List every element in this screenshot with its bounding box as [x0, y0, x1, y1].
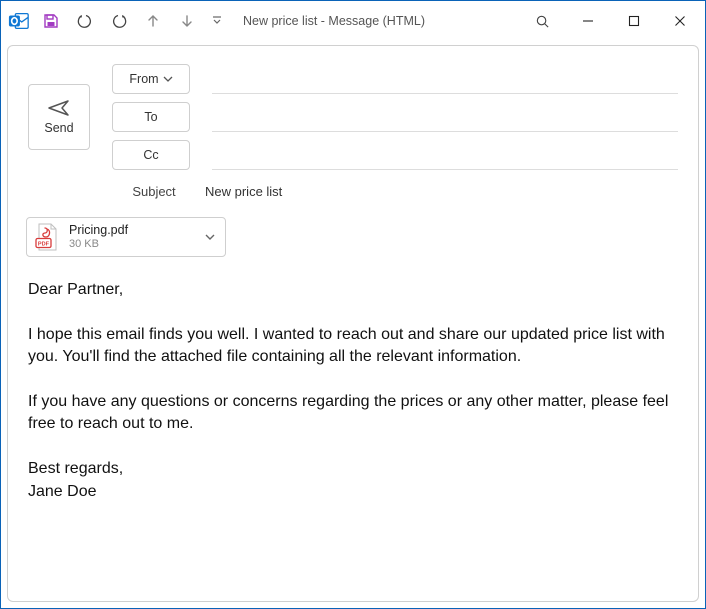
- attachment-menu-icon[interactable]: [201, 231, 219, 243]
- minimize-button[interactable]: [565, 5, 611, 37]
- save-icon[interactable]: [37, 7, 65, 35]
- cc-button[interactable]: Cc: [112, 140, 190, 170]
- next-item-icon[interactable]: [173, 7, 201, 35]
- window-controls: [519, 5, 703, 37]
- previous-item-icon[interactable]: [139, 7, 167, 35]
- customize-qat-icon[interactable]: [207, 7, 227, 35]
- undo-icon[interactable]: [71, 7, 99, 35]
- from-button-label: From: [129, 72, 158, 86]
- attachment-size: 30 KB: [69, 238, 128, 251]
- maximize-button[interactable]: [611, 5, 657, 37]
- chevron-down-icon: [163, 74, 173, 84]
- subject-label: Subject: [112, 184, 190, 199]
- send-button[interactable]: Send: [28, 84, 90, 150]
- compose-pane: Send From To Cc Subject New price list: [7, 45, 699, 602]
- quick-access-toolbar: New price list - Message (HTML): [7, 7, 425, 35]
- from-button[interactable]: From: [112, 64, 190, 94]
- redo-icon[interactable]: [105, 7, 133, 35]
- message-body[interactable]: Dear Partner, I hope this email finds yo…: [8, 259, 698, 601]
- attachment-name: Pricing.pdf: [69, 223, 128, 238]
- message-header: Send From To Cc Subject New price list: [8, 46, 698, 207]
- search-icon[interactable]: [519, 5, 565, 37]
- cc-field[interactable]: [212, 140, 678, 170]
- to-button-label: To: [144, 110, 157, 124]
- from-field[interactable]: [212, 64, 678, 94]
- attachment-info: Pricing.pdf 30 KB: [69, 223, 128, 251]
- pdf-file-icon: PDF: [33, 222, 61, 252]
- send-button-label: Send: [44, 121, 73, 135]
- svg-text:PDF: PDF: [38, 241, 50, 247]
- send-icon: [48, 99, 70, 117]
- attachments-area: PDF Pricing.pdf 30 KB: [8, 207, 698, 259]
- cc-button-label: Cc: [143, 148, 158, 162]
- window-title: New price list - Message (HTML): [243, 14, 425, 28]
- to-button[interactable]: To: [112, 102, 190, 132]
- outlook-app-icon: [7, 9, 31, 33]
- to-field[interactable]: [212, 102, 678, 132]
- titlebar: New price list - Message (HTML): [1, 1, 705, 41]
- subject-field[interactable]: New price list: [204, 184, 678, 199]
- compose-window: New price list - Message (HTML) Send: [0, 0, 706, 609]
- attachment-chip[interactable]: PDF Pricing.pdf 30 KB: [26, 217, 226, 257]
- close-button[interactable]: [657, 5, 703, 37]
